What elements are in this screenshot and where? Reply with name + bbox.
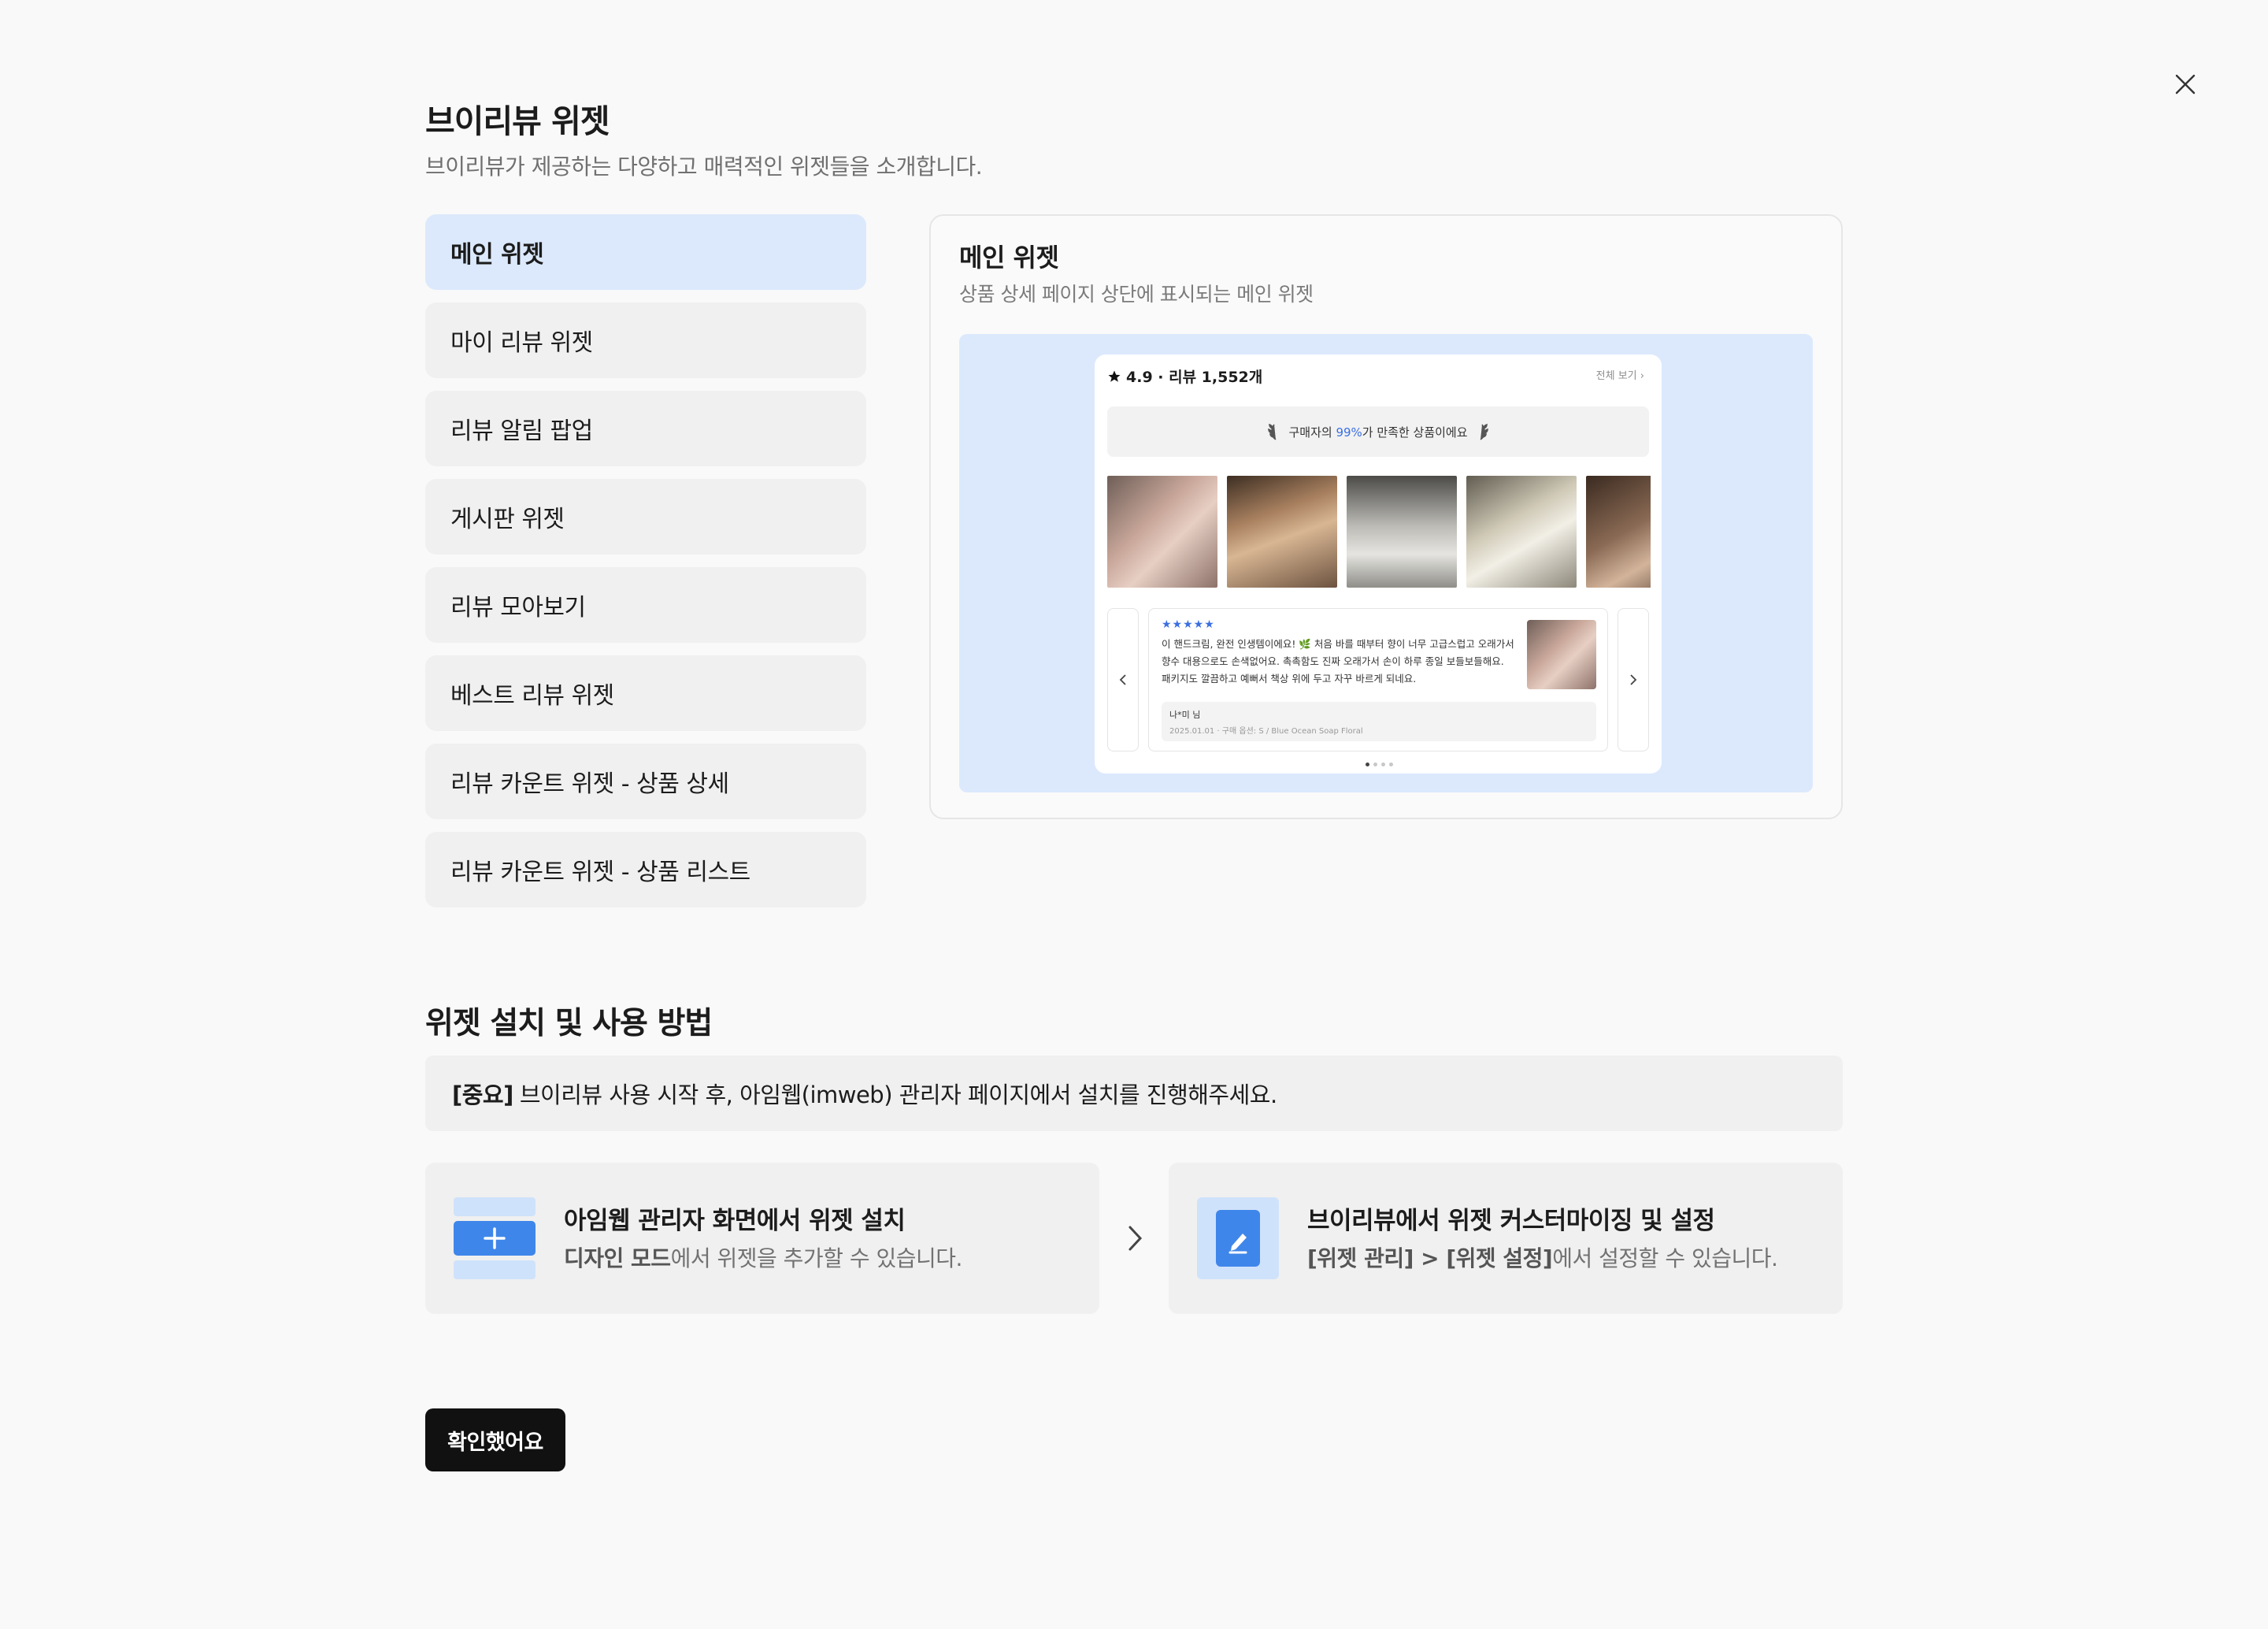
step-1-description: 디자인 모드에서 위젯을 추가할 수 있습니다. [564,1241,962,1273]
main-widget-mockup: 4.9 · 리뷰 1,552개 전체 보기 › 구매자의 99%가 만족한 상품… [1095,354,1662,774]
step-2-desc-text: 에서 설정할 수 있습니다. [1552,1245,1778,1271]
carousel-next-button[interactable] [1618,608,1649,751]
menu-item-review-alert-popup[interactable]: 리뷰 알림 팝업 [425,391,866,466]
review-photo[interactable] [1227,476,1337,588]
banner-suffix: 가 만족한 상품이에요 [1362,425,1468,440]
install-step-1: 아임웹 관리자 화면에서 위젯 설치 디자인 모드에서 위젯을 추가할 수 있습… [425,1163,1099,1314]
carousel-dot-active[interactable] [1366,763,1369,766]
review-meta: 나*미 님 2025.01.01 · 구매 옵션: S / Blue Ocean… [1162,702,1596,741]
rating-summary: 4.9 · 리뷰 1,552개 [1107,366,1262,387]
carousel-dots [1366,763,1393,766]
review-photo[interactable] [1107,476,1217,588]
rating-text: 4.9 · 리뷰 1,552개 [1126,369,1263,386]
chevron-right-icon: › [1640,370,1644,382]
banner-percent: 99% [1336,425,1362,440]
reviewer-name: 나*미 님 [1169,710,1201,720]
menu-item-main-widget[interactable]: 메인 위젯 [425,214,866,290]
review-thumbnail [1527,620,1596,689]
confirm-button[interactable]: 확인했어요 [425,1408,565,1471]
menu-item-my-review-widget[interactable]: 마이 리뷰 위젯 [425,302,866,378]
review-photo[interactable] [1347,476,1457,588]
preview-title: 메인 위젯 [959,243,1059,273]
menu-item-review-gallery[interactable]: 리뷰 모아보기 [425,567,866,643]
important-notice: [중요] 브이리뷰 사용 시작 후, 아임웹(imweb) 관리자 페이지에서 … [425,1056,1843,1131]
step-1-title: 아임웹 관리자 화면에서 위젯 설치 [564,1207,906,1235]
review-photo[interactable] [1466,476,1577,588]
star-icon [1108,370,1121,382]
edit-icon [1197,1197,1279,1279]
page-title: 브이리뷰 위젯 [425,102,610,140]
review-photo[interactable] [1586,476,1651,588]
widget-menu: 메인 위젯 마이 리뷰 위젯 리뷰 알림 팝업 게시판 위젯 리뷰 모아보기 베… [425,214,866,920]
menu-item-best-review-widget[interactable]: 베스트 리뷰 위젯 [425,655,866,731]
step-1-highlight: 디자인 모드 [564,1245,671,1271]
review-text: 이 핸드크림, 완전 인생템이에요! 🌿 처음 바를 때부터 향이 너무 고급스… [1162,638,1514,685]
chevron-right-icon [1630,674,1637,685]
chevron-left-icon [1119,674,1126,685]
step-2-description: [위젯 관리] > [위젯 설정]에서 설정할 수 있습니다. [1307,1241,1778,1273]
close-icon [2175,74,2196,95]
carousel-prev-button[interactable] [1107,608,1139,751]
laurel-right-icon [1480,423,1488,440]
review-stars: ★★★★★ [1162,618,1215,631]
laurel-left-icon [1268,423,1277,440]
step-2-highlight: [위젯 관리] > [위젯 설정] [1307,1245,1553,1271]
install-section-title: 위젯 설치 및 사용 방법 [425,1006,713,1041]
menu-item-board-widget[interactable]: 게시판 위젯 [425,479,866,555]
install-step-2: 브이리뷰에서 위젯 커스터마이징 및 설정 [위젯 관리] > [위젯 설정]에… [1169,1163,1843,1314]
close-button[interactable] [2167,66,2203,102]
carousel-dot[interactable] [1389,763,1393,766]
view-all-link[interactable]: 전체 보기 › [1596,367,1644,382]
preview-stage: 4.9 · 리뷰 1,552개 전체 보기 › 구매자의 99%가 만족한 상품… [959,334,1813,792]
add-widget-icon [454,1197,536,1279]
notice-label: [중요] [452,1082,513,1108]
step-2-title: 브이리뷰에서 위젯 커스터마이징 및 설정 [1307,1207,1715,1235]
menu-item-review-count-detail[interactable]: 리뷰 카운트 위젯 - 상품 상세 [425,744,866,819]
notice-text: 브이리뷰 사용 시작 후, 아임웹(imweb) 관리자 페이지에서 설치를 진… [519,1082,1277,1108]
chevron-right-icon [1128,1226,1143,1251]
review-card[interactable]: ★★★★★ 이 핸드크림, 완전 인생템이에요! 🌿 처음 바를 때부터 향이 … [1148,608,1608,751]
carousel-dot[interactable] [1381,763,1385,766]
menu-item-review-count-list[interactable]: 리뷰 카운트 위젯 - 상품 리스트 [425,832,866,907]
preview-description: 상품 상세 페이지 상단에 표시되는 메인 위젯 [959,283,1314,306]
widget-preview-card: 메인 위젯 상품 상세 페이지 상단에 표시되는 메인 위젯 4.9 · 리뷰 … [929,214,1843,819]
page-subtitle: 브이리뷰가 제공하는 다양하고 매력적인 위젯들을 소개합니다. [425,154,983,180]
review-photo-strip [1107,476,1651,588]
review-date-option: 2025.01.01 · 구매 옵션: S / Blue Ocean Soap … [1169,727,1363,736]
banner-prefix: 구매자의 [1288,425,1336,440]
view-all-label: 전체 보기 [1595,370,1637,382]
satisfaction-banner: 구매자의 99%가 만족한 상품이에요 [1107,406,1649,457]
step-1-desc-text: 에서 위젯을 추가할 수 있습니다. [670,1245,963,1271]
carousel-dot[interactable] [1373,763,1377,766]
